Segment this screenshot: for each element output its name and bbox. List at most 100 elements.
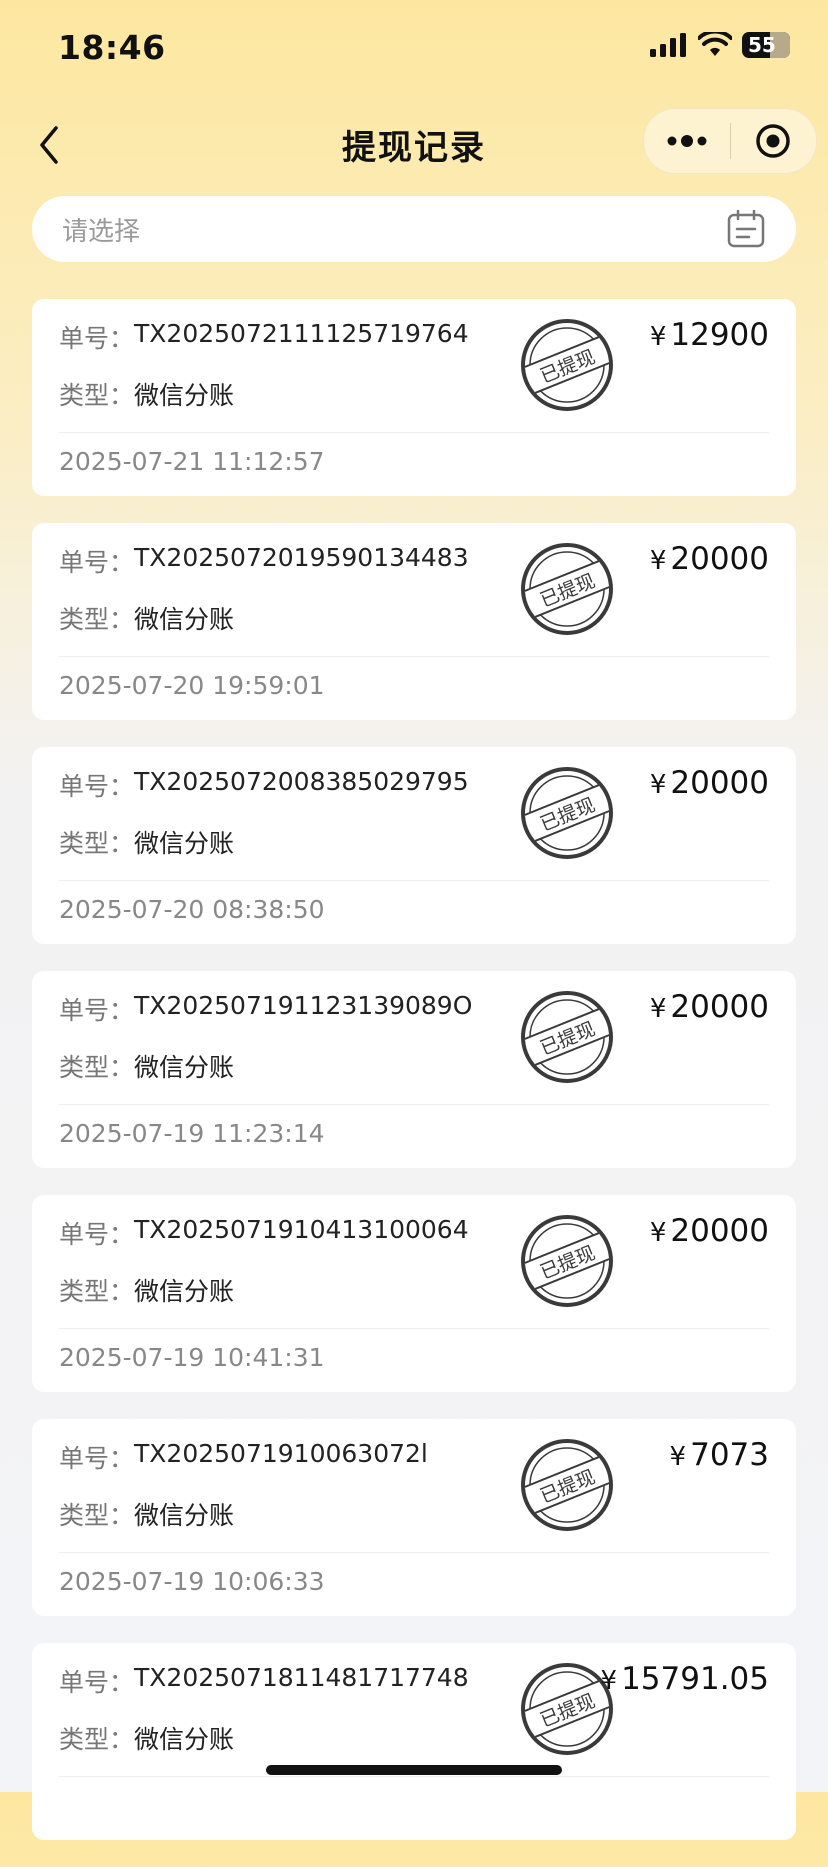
amount: ¥7073 bbox=[670, 1437, 769, 1473]
withdrawal-record-card[interactable]: 单号： TX2025072111125719764 类型： 微信分账 已提现 ¥… bbox=[32, 299, 796, 496]
order-number-row: 单号： TX2025072008385029795 bbox=[59, 767, 469, 803]
record-datetime: 2025-07-19 10:41:31 bbox=[59, 1343, 325, 1372]
type-value: 微信分账 bbox=[134, 1501, 235, 1530]
amount: ¥20000 bbox=[650, 1213, 769, 1249]
order-number-value: TX2025072019590134483 bbox=[134, 543, 469, 572]
nav-bar: 提现记录 bbox=[0, 100, 828, 190]
type-row: 类型： 微信分账 bbox=[59, 600, 234, 636]
type-label: 类型： bbox=[59, 605, 135, 634]
wifi-icon bbox=[698, 32, 732, 56]
type-label: 类型： bbox=[59, 381, 135, 410]
withdrawn-stamp-icon: 已提现 bbox=[521, 767, 613, 859]
type-label: 类型： bbox=[59, 1053, 135, 1082]
currency-symbol: ¥ bbox=[669, 1442, 687, 1472]
withdrawal-record-card[interactable]: 单号： TX2025071811481717748 类型： 微信分账 已提现 ¥… bbox=[32, 1643, 796, 1840]
battery-level: 55 bbox=[748, 33, 776, 57]
divider bbox=[59, 1552, 769, 1553]
order-number-value: TX2025071811481717748 bbox=[134, 1663, 469, 1692]
type-row: 类型： 微信分账 bbox=[59, 1496, 234, 1532]
divider bbox=[59, 656, 769, 657]
order-number-label: 单号： bbox=[59, 1668, 135, 1697]
signal-icon bbox=[650, 33, 686, 57]
date-select-placeholder: 请选择 bbox=[62, 216, 141, 247]
type-label: 类型： bbox=[59, 1277, 135, 1306]
close-miniprogram-button[interactable] bbox=[731, 109, 817, 173]
withdrawal-list: 单号： TX2025072111125719764 类型： 微信分账 已提现 ¥… bbox=[32, 299, 796, 1867]
record-datetime: 2025-07-20 19:59:01 bbox=[59, 671, 325, 700]
home-indicator bbox=[266, 1765, 562, 1775]
date-select-field[interactable]: 请选择 bbox=[32, 196, 796, 262]
order-number-row: 单号： TX202507191123139089O bbox=[59, 991, 472, 1027]
order-number-value: TX202507191123139089O bbox=[134, 991, 473, 1020]
divider bbox=[59, 1328, 769, 1329]
amount-value: 20000 bbox=[670, 541, 769, 577]
withdrawal-record-card[interactable]: 单号： TX202507191123139089O 类型： 微信分账 已提现 ¥… bbox=[32, 971, 796, 1168]
order-number-label: 单号： bbox=[59, 324, 135, 353]
withdrawal-record-card[interactable]: 单号： TX2025072008385029795 类型： 微信分账 已提现 ¥… bbox=[32, 747, 796, 944]
amount: ¥12900 bbox=[650, 317, 769, 353]
order-number-label: 单号： bbox=[59, 996, 135, 1025]
type-label: 类型： bbox=[59, 1725, 135, 1754]
divider bbox=[59, 432, 769, 433]
amount-value: 12900 bbox=[670, 317, 769, 353]
order-number-label: 单号： bbox=[59, 1220, 135, 1249]
amount-value: 20000 bbox=[670, 1213, 769, 1249]
amount: ¥15791.05 bbox=[601, 1661, 769, 1697]
amount: ¥20000 bbox=[650, 541, 769, 577]
currency-symbol: ¥ bbox=[649, 322, 667, 352]
type-row: 类型： 微信分账 bbox=[59, 1048, 234, 1084]
order-number-value: TX2025071910063072l bbox=[134, 1439, 428, 1468]
currency-symbol: ¥ bbox=[649, 994, 667, 1024]
order-number-value: TX2025072111125719764 bbox=[134, 319, 469, 348]
withdrawn-stamp-icon: 已提现 bbox=[521, 1439, 613, 1531]
miniprogram-capsule bbox=[643, 108, 817, 174]
type-value: 微信分账 bbox=[134, 1725, 235, 1754]
divider bbox=[59, 880, 769, 881]
order-number-row: 单号： TX2025072019590134483 bbox=[59, 543, 469, 579]
order-number-label: 单号： bbox=[59, 1444, 135, 1473]
currency-symbol: ¥ bbox=[649, 770, 667, 800]
currency-symbol: ¥ bbox=[600, 1666, 618, 1696]
withdrawal-record-card[interactable]: 单号： TX2025071910063072l 类型： 微信分账 已提现 ¥70… bbox=[32, 1419, 796, 1616]
withdrawn-stamp-icon: 已提现 bbox=[521, 543, 613, 635]
withdrawal-record-card[interactable]: 单号： TX2025071910413100064 类型： 微信分账 已提现 ¥… bbox=[32, 1195, 796, 1392]
type-value: 微信分账 bbox=[134, 605, 235, 634]
amount-value: 20000 bbox=[670, 989, 769, 1025]
currency-symbol: ¥ bbox=[649, 546, 667, 576]
record-datetime: 2025-07-20 08:38:50 bbox=[59, 895, 325, 924]
amount: ¥20000 bbox=[650, 765, 769, 801]
withdrawn-stamp-icon: 已提现 bbox=[521, 319, 613, 411]
more-dots-icon bbox=[667, 135, 707, 147]
type-row: 类型： 微信分账 bbox=[59, 376, 234, 412]
order-number-value: TX2025072008385029795 bbox=[134, 767, 469, 796]
status-bar: 18:46 55 bbox=[0, 0, 828, 100]
amount: ¥20000 bbox=[650, 989, 769, 1025]
battery-icon: 55 bbox=[742, 32, 790, 58]
type-value: 微信分账 bbox=[134, 1053, 235, 1082]
type-row: 类型： 微信分账 bbox=[59, 1720, 234, 1756]
order-number-row: 单号： TX2025071910413100064 bbox=[59, 1215, 469, 1251]
divider bbox=[59, 1776, 769, 1777]
withdrawn-stamp-icon: 已提现 bbox=[521, 991, 613, 1083]
more-button[interactable] bbox=[644, 109, 730, 173]
order-number-label: 单号： bbox=[59, 548, 135, 577]
order-number-row: 单号： TX2025072111125719764 bbox=[59, 319, 469, 355]
type-value: 微信分账 bbox=[134, 381, 235, 410]
order-number-label: 单号： bbox=[59, 772, 135, 801]
amount-value: 20000 bbox=[670, 765, 769, 801]
order-number-row: 单号： TX2025071811481717748 bbox=[59, 1663, 469, 1699]
record-datetime: 2025-07-19 11:23:14 bbox=[59, 1119, 325, 1148]
type-label: 类型： bbox=[59, 829, 135, 858]
target-close-icon bbox=[756, 124, 790, 158]
amount-value: 15791.05 bbox=[621, 1661, 769, 1697]
withdrawn-stamp-icon: 已提现 bbox=[521, 1215, 613, 1307]
type-row: 类型： 微信分账 bbox=[59, 824, 234, 860]
type-value: 微信分账 bbox=[134, 829, 235, 858]
calendar-icon[interactable] bbox=[726, 209, 766, 249]
record-datetime: 2025-07-19 10:06:33 bbox=[59, 1567, 325, 1596]
type-value: 微信分账 bbox=[134, 1277, 235, 1306]
type-row: 类型： 微信分账 bbox=[59, 1272, 234, 1308]
order-number-row: 单号： TX2025071910063072l bbox=[59, 1439, 428, 1475]
withdrawal-record-card[interactable]: 单号： TX2025072019590134483 类型： 微信分账 已提现 ¥… bbox=[32, 523, 796, 720]
status-time: 18:46 bbox=[58, 28, 166, 67]
